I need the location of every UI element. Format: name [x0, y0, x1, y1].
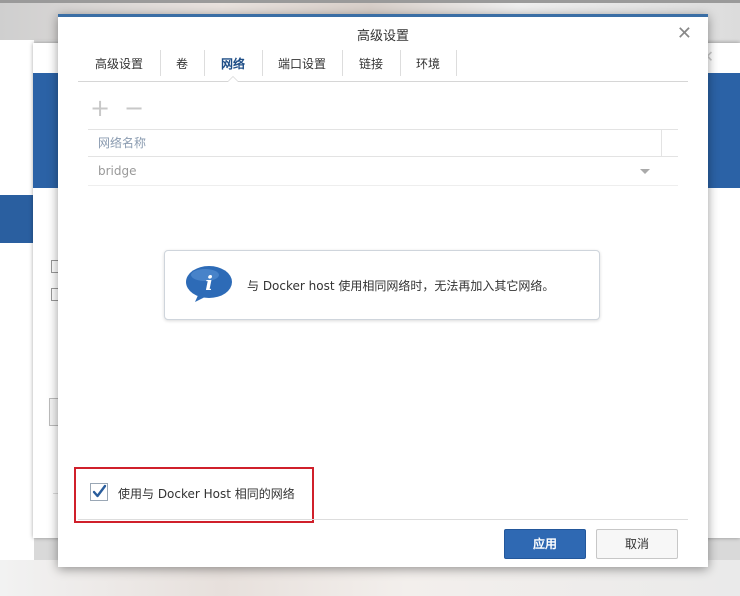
cancel-button[interactable]: 取消: [596, 529, 678, 559]
plus-icon[interactable]: +: [90, 96, 110, 120]
info-icon: i: [186, 266, 232, 302]
tab-divider: [456, 50, 457, 76]
active-tab-caret: [227, 76, 239, 82]
table-header: 网络名称: [88, 129, 678, 157]
column-header-network-name[interactable]: 网络名称: [98, 136, 146, 150]
background-top-edge: [0, 0, 740, 3]
network-table: 网络名称 bridge: [88, 129, 678, 186]
tab-bar: 高级设置 卷 网络 端口设置 链接 环境: [78, 50, 688, 82]
host-network-checkbox[interactable]: [90, 483, 108, 501]
checkmark-icon: [92, 484, 107, 498]
tab-links[interactable]: 链接: [342, 50, 400, 81]
chevron-down-icon[interactable]: [640, 169, 650, 174]
info-message-box: i 与 Docker host 使用相同网络时，无法再加入其它网络。: [164, 250, 600, 320]
footer-divider: [78, 519, 688, 520]
minus-icon[interactable]: −: [124, 96, 144, 120]
host-network-label[interactable]: 使用与 Docker Host 相同的网络: [118, 485, 295, 502]
info-message-text: 与 Docker host 使用相同网络时，无法再加入其它网络。: [247, 279, 555, 293]
tab-advanced-settings[interactable]: 高级设置: [78, 50, 160, 81]
tab-network-label: 网络: [220, 57, 245, 71]
dialog-title: 高级设置: [356, 29, 409, 44]
tab-network[interactable]: 网络: [204, 50, 262, 82]
close-icon[interactable]: ✕: [677, 23, 692, 44]
background-left-panel: [0, 40, 34, 580]
network-name-cell: bridge: [98, 164, 137, 178]
svg-text:i: i: [205, 271, 213, 295]
tab-port-settings[interactable]: 端口设置: [262, 50, 342, 81]
advanced-settings-dialog: 高级设置 ✕ 高级设置 卷 网络 端口设置 链接 环境 + − 网络名称 bri…: [58, 14, 708, 567]
column-divider: [661, 130, 662, 156]
tab-environment[interactable]: 环境: [400, 50, 456, 81]
tab-volume[interactable]: 卷: [160, 50, 204, 81]
background-left-accent: [0, 195, 34, 243]
apply-button[interactable]: 应用: [504, 529, 586, 559]
table-row[interactable]: bridge: [88, 157, 678, 186]
